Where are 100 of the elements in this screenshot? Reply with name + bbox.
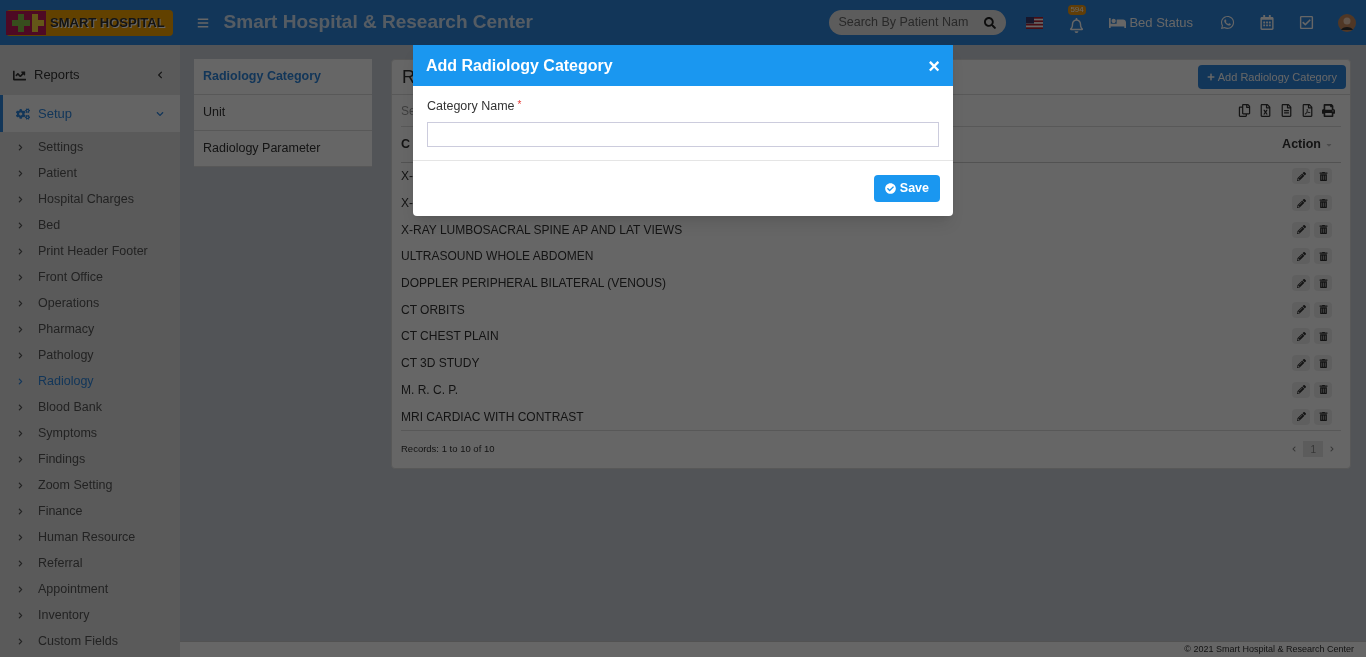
settings-menu-item[interactable]: Unit: [194, 95, 372, 131]
column-header[interactable]: C: [401, 135, 411, 154]
settings-menu-item[interactable]: Radiology Parameter: [194, 131, 372, 167]
delete-button[interactable]: [1314, 408, 1332, 425]
submenu-item[interactable]: Referral: [0, 550, 180, 576]
edit-button[interactable]: [1292, 408, 1310, 425]
delete-button[interactable]: [1314, 195, 1332, 212]
submenu-item[interactable]: Inventory: [0, 602, 180, 628]
submenu-item[interactable]: Pathology: [0, 342, 180, 368]
submenu-item[interactable]: Hospital Charges: [0, 186, 180, 212]
column-header[interactable]: Action: [1282, 135, 1321, 154]
pencil-icon: [1296, 385, 1306, 395]
submenu-item-label: Operations: [38, 294, 100, 312]
avatar[interactable]: [1338, 13, 1356, 32]
close-button[interactable]: ×: [928, 55, 940, 76]
chat-icon[interactable]: [1220, 15, 1235, 30]
notification-bell-icon[interactable]: [1069, 17, 1085, 33]
bed-icon: [1109, 15, 1127, 30]
submenu-item[interactable]: Front Office: [0, 264, 180, 290]
pencil-icon: [1296, 412, 1306, 422]
edit-button[interactable]: [1292, 355, 1310, 372]
delete-button[interactable]: [1314, 381, 1332, 398]
chart-icon: [13, 68, 26, 82]
submenu-item[interactable]: Custom Fields: [0, 628, 180, 654]
delete-button[interactable]: [1314, 248, 1332, 265]
submenu-item[interactable]: Settings: [0, 134, 180, 160]
chevron-right-icon: [17, 273, 24, 281]
bed-status-button[interactable]: Bed Status: [1109, 12, 1193, 33]
submenu-item[interactable]: Blood Bank: [0, 394, 180, 420]
delete-button[interactable]: [1314, 221, 1332, 238]
submenu-item[interactable]: Zoom Setting: [0, 472, 180, 498]
submenu-item[interactable]: Print Header Footer: [0, 238, 180, 264]
save-button[interactable]: Save: [873, 174, 940, 202]
pencil-icon: [1296, 225, 1306, 235]
sidebar-item-label: Setup: [38, 104, 73, 123]
copy-icon[interactable]: [1238, 104, 1251, 117]
submenu-item[interactable]: Human Resource: [0, 524, 180, 550]
submenu-item[interactable]: Appointment: [0, 576, 180, 602]
table-cell-text: CT CHEST PLAIN: [401, 328, 499, 346]
chevron-right-icon: [17, 195, 24, 203]
edit-button[interactable]: [1292, 275, 1310, 292]
submenu-item-label: Appointment: [38, 580, 109, 598]
delete-button[interactable]: [1314, 328, 1332, 345]
delete-button[interactable]: [1314, 168, 1332, 185]
calendar-icon[interactable]: [1260, 15, 1274, 30]
submenu-item[interactable]: Finance: [0, 498, 180, 524]
chevron-right-icon: [17, 637, 24, 645]
next-page-icon[interactable]: [1329, 446, 1335, 453]
sidebar-item[interactable]: Setup: [0, 95, 180, 132]
submenu-item-label: Pathology: [38, 346, 94, 364]
edit-button[interactable]: [1292, 221, 1310, 238]
flag-icon[interactable]: [1026, 16, 1044, 29]
table-cell-text: CT 3D STUDY: [401, 355, 480, 373]
menu-icon[interactable]: [196, 16, 209, 29]
edit-button[interactable]: [1292, 195, 1310, 212]
excel-icon[interactable]: [1259, 104, 1272, 117]
edit-button[interactable]: [1292, 328, 1310, 345]
sidebar-item-label: Reports: [34, 66, 81, 85]
submenu-item[interactable]: Radiology: [0, 368, 180, 394]
submenu-item[interactable]: Bed: [0, 212, 180, 238]
gears-icon: [16, 106, 30, 121]
settings-menu-item[interactable]: Radiology Category: [194, 59, 372, 95]
required-mark: *: [517, 98, 522, 112]
task-icon[interactable]: [1299, 15, 1314, 30]
submenu-item[interactable]: Operations: [0, 290, 180, 316]
add-category-button[interactable]: Add Radiology Category: [1197, 65, 1346, 89]
trash-icon: [1318, 171, 1328, 181]
edit-button[interactable]: [1292, 301, 1310, 318]
submenu-item[interactable]: Pharmacy: [0, 316, 180, 342]
print-icon[interactable]: [1322, 104, 1335, 117]
delete-button[interactable]: [1314, 301, 1332, 318]
delete-button[interactable]: [1314, 355, 1332, 372]
edit-button[interactable]: [1292, 248, 1310, 265]
pencil-icon: [1296, 251, 1306, 261]
search-icon[interactable]: [984, 16, 997, 29]
document-icon[interactable]: [1280, 104, 1293, 117]
field-label: Category Name: [427, 98, 515, 115]
table-cell-text: X-RAY LUMBOSACRAL SPINE AP AND LAT VIEWS: [401, 221, 683, 239]
pencil-icon: [1296, 171, 1306, 181]
delete-button[interactable]: [1314, 275, 1332, 292]
chevron-right-icon: [17, 585, 24, 593]
submenu-item[interactable]: Patient: [0, 160, 180, 186]
sidebar-item[interactable]: Reports: [0, 61, 180, 89]
copyright-text: © 2021 Smart Hospital & Research Center: [1184, 642, 1354, 656]
submenu-item-label: Print Header Footer: [38, 242, 148, 260]
previous-page-icon[interactable]: [1291, 446, 1298, 453]
chevron-right-icon: [17, 559, 24, 567]
submenu-item[interactable]: Findings: [0, 446, 180, 472]
trash-icon: [1318, 225, 1328, 235]
category-name-input[interactable]: [427, 121, 939, 147]
chevron-right-icon: [17, 377, 24, 385]
submenu-item-label: Zoom Setting: [38, 476, 113, 494]
chevron-right-icon: [17, 429, 24, 437]
pencil-icon: [1296, 358, 1306, 368]
edit-button[interactable]: [1292, 381, 1310, 398]
submenu-item-label: Inventory: [38, 606, 90, 624]
submenu-item[interactable]: Symptoms: [0, 420, 180, 446]
edit-button[interactable]: [1292, 168, 1310, 185]
panel-title: R: [402, 65, 415, 89]
pdf-icon[interactable]: [1301, 104, 1314, 117]
